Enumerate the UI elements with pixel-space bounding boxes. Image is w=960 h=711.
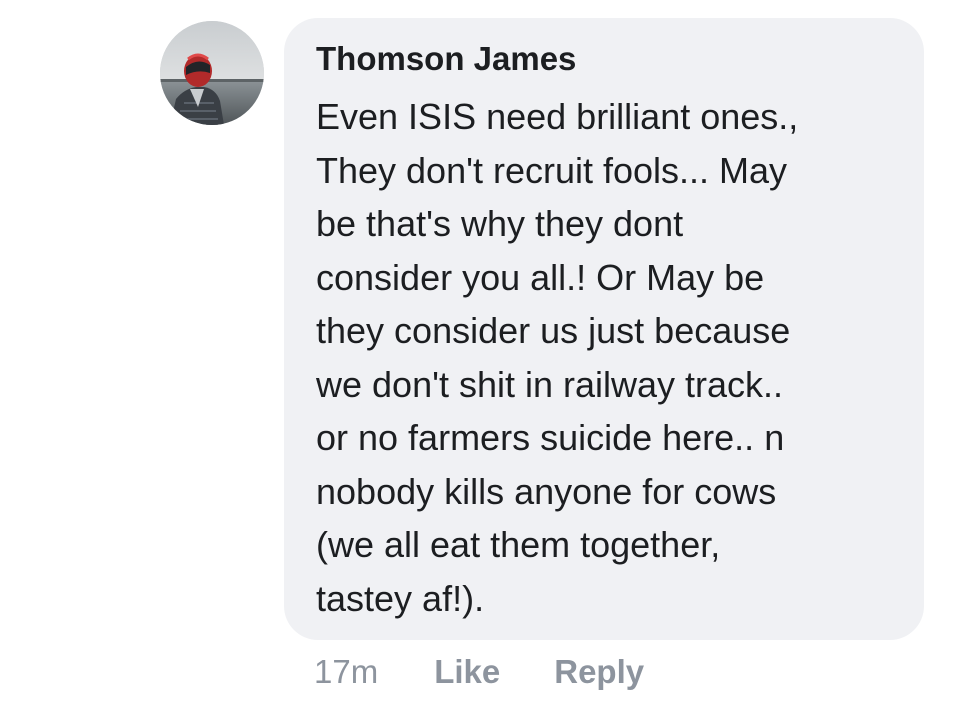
reply-button[interactable]: Reply [554, 653, 644, 691]
comment-text-line: consider you all.! Or May be [316, 256, 765, 298]
comment-text-line: be that's why they dont [316, 203, 684, 244]
comment-text: Even ISIS need brilliant ones., They don… [316, 90, 906, 625]
comment-text-line: tastey af!). [316, 577, 485, 619]
comment-text-line: they consider us just because [316, 310, 791, 351]
comment-text-line: They don't recruit fools... May [316, 149, 788, 191]
comment-text-line: Even ISIS need brilliant ones., [316, 96, 799, 137]
comment-text-line: we don't shit in railway track.. [316, 363, 784, 405]
comment-actions: 17m Like Reply [314, 650, 644, 694]
comment-bubble: Thomson James Even ISIS need brilliant o… [284, 18, 924, 640]
comment-author[interactable]: Thomson James [316, 40, 576, 78]
comment-text-line: or no farmers suicide here.. n [316, 417, 785, 458]
profile-photo-icon [160, 21, 264, 125]
like-button[interactable]: Like [434, 653, 500, 691]
avatar[interactable] [160, 21, 264, 125]
comment: Thomson James Even ISIS need brilliant o… [0, 0, 960, 711]
comment-timestamp[interactable]: 17m [314, 653, 378, 691]
comment-text-line: nobody kills anyone for cows [316, 470, 777, 512]
comment-text-line: (we all eat them together, [316, 524, 721, 565]
